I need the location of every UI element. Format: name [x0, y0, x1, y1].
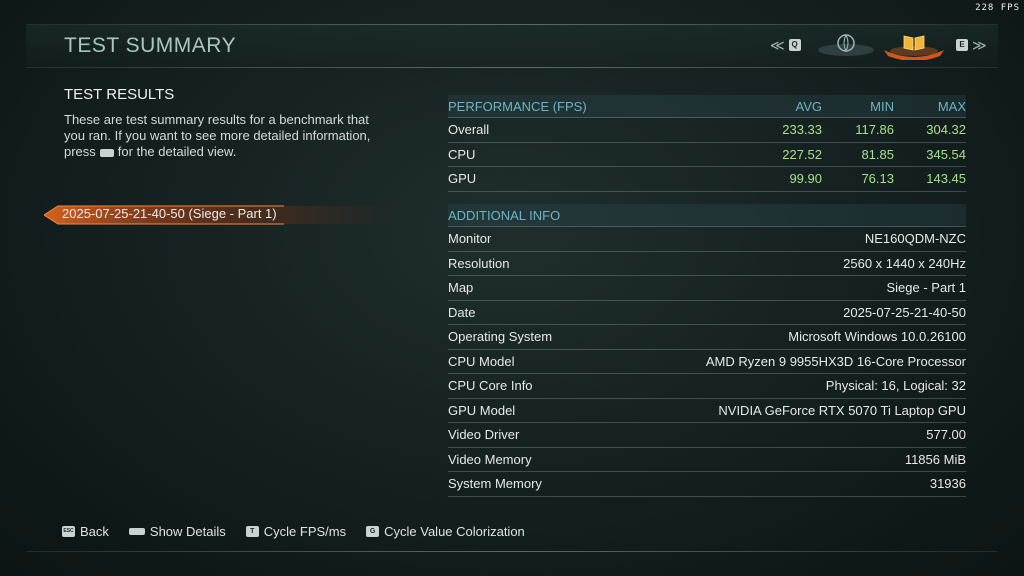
row-value: Siege - Part 1	[886, 280, 967, 296]
table-row: Operating System Microsoft Windows 10.0.2…	[448, 325, 966, 350]
row-value: 2025-07-25-21-40-50	[843, 304, 966, 320]
avg-value: 99.90	[789, 171, 822, 187]
space-key-icon	[99, 148, 114, 157]
row-value: 2560 x 1440 x 240Hz	[843, 255, 966, 271]
row-label: Operating System	[448, 329, 553, 345]
additional-info-label: ADDITIONAL INFO	[448, 207, 561, 223]
bottom-frame-line	[26, 551, 998, 552]
table-row: CPU Model AMD Ryzen 9 9955HX3D 16-Core Pr…	[448, 350, 966, 374]
cycle-colorization-hint[interactable]: G Cycle Value Colorization	[366, 524, 525, 539]
row-value: Physical: 16, Logical: 32	[825, 378, 966, 394]
globe-tab[interactable]	[816, 30, 876, 58]
chevron-right-icon: ≫	[972, 36, 987, 53]
table-row: Overall 233.33 117.86 304.32	[448, 118, 966, 143]
performance-header-row: PERFORMANCE (FPS) AVG MIN MAX	[448, 95, 966, 118]
performance-header-label: PERFORMANCE (FPS)	[448, 98, 587, 114]
performance-table: PERFORMANCE (FPS) AVG MIN MAX Overall 23…	[448, 95, 966, 192]
row-label: GPU Model	[448, 402, 516, 418]
table-row: Monitor NE160QDM-NZC	[448, 227, 966, 252]
row-value: 577.00	[926, 427, 966, 443]
show-details-hint[interactable]: Show Details	[128, 524, 226, 539]
row-label: CPU	[448, 146, 476, 162]
esc-key-icon: ESC	[62, 526, 75, 537]
space-key-icon	[128, 528, 145, 535]
row-label: Video Memory	[448, 451, 532, 467]
row-value: Microsoft Windows 10.0.26100	[788, 329, 966, 345]
row-label: Monitor	[448, 231, 492, 247]
key-q-badge: Q	[788, 39, 801, 51]
row-value: 11856 MiB	[904, 451, 966, 467]
cycle-fps-hint[interactable]: T Cycle FPS/ms	[245, 524, 347, 539]
row-value: 31936	[929, 476, 966, 492]
cycle-colorization-label: Cycle Value Colorization	[384, 524, 525, 539]
back-hint[interactable]: ESC Back	[62, 524, 109, 539]
avg-value: 233.33	[782, 122, 822, 138]
table-row: Video Driver 577.00	[448, 423, 966, 448]
row-label: System Memory	[448, 476, 542, 492]
additional-info-table: ADDITIONAL INFO Monitor NE160QDM-NZC Reso…	[448, 204, 966, 497]
row-label: Video Driver	[448, 427, 520, 443]
row-value: AMD Ryzen 9 9955HX3D 16-Core Processor	[705, 353, 966, 369]
row-label: Resolution	[448, 255, 510, 271]
description-text-end: for the detailed view.	[117, 144, 237, 159]
footer-hints: ESC Back Show Details T Cycle FPS/ms G C…	[62, 524, 545, 539]
run-label: 2025-07-25-21-40-50 (Siege - Part 1)	[62, 206, 277, 221]
min-value: 76.13	[861, 171, 894, 187]
row-label: GPU	[448, 171, 477, 187]
table-row: System Memory 31936	[448, 472, 966, 497]
nav-next-button[interactable]: E ≫	[956, 32, 987, 58]
table-row: Resolution 2560 x 1440 x 240Hz	[448, 252, 966, 276]
book-tab[interactable]	[882, 30, 944, 61]
back-label: Back	[80, 524, 109, 539]
row-label: CPU Model	[448, 353, 515, 369]
row-label: Date	[448, 304, 476, 320]
max-value: 143.45	[926, 171, 966, 187]
avg-value: 227.52	[782, 146, 822, 162]
row-label: CPU Core Info	[448, 378, 533, 394]
page-title: TEST SUMMARY	[64, 34, 237, 57]
chevron-left-icon: ≪	[770, 36, 785, 53]
max-header: MAX	[937, 98, 966, 114]
avg-header: AVG	[795, 98, 823, 114]
row-label: Map	[448, 280, 474, 296]
header-divider	[26, 67, 998, 68]
additional-info-header: ADDITIONAL INFO	[448, 204, 966, 227]
min-header: MIN	[870, 98, 894, 114]
cycle-fps-label: Cycle FPS/ms	[263, 524, 347, 539]
row-value: NE160QDM-NZC	[864, 231, 966, 247]
table-row: GPU 99.90 76.13 143.45	[448, 167, 966, 192]
g-key-icon: G	[366, 526, 380, 537]
key-e-badge: E	[956, 39, 968, 51]
table-row: Video Memory 11856 MiB	[448, 448, 966, 472]
row-label: Overall	[448, 122, 490, 138]
min-value: 117.86	[855, 122, 894, 138]
test-results-panel: TEST RESULTS These are test summary resu…	[64, 86, 384, 160]
table-row: GPU Model NVIDIA GeForce RTX 5070 Ti Lapt…	[448, 399, 966, 423]
test-results-heading: TEST RESULTS	[64, 86, 175, 103]
t-key-icon: T	[245, 526, 259, 537]
table-row: CPU 227.52 81.85 345.54	[448, 143, 966, 167]
nav-prev-button[interactable]: ≪ Q	[770, 32, 801, 58]
max-value: 304.32	[926, 122, 966, 138]
table-row: Date 2025-07-25-21-40-50	[448, 301, 966, 325]
globe-icon	[818, 34, 874, 56]
book-icon	[884, 35, 944, 61]
max-value: 345.54	[926, 146, 966, 162]
min-value: 81.85	[861, 146, 894, 162]
fps-counter: 228 FPS	[975, 3, 1020, 13]
row-value: NVIDIA GeForce RTX 5070 Ti Laptop GPU	[718, 402, 966, 418]
show-details-label: Show Details	[149, 524, 226, 539]
table-row: Map Siege - Part 1	[448, 276, 966, 301]
test-results-description: These are test summary results for a ben…	[64, 112, 384, 160]
table-row: CPU Core Info Physical: 16, Logical: 32	[448, 374, 966, 399]
